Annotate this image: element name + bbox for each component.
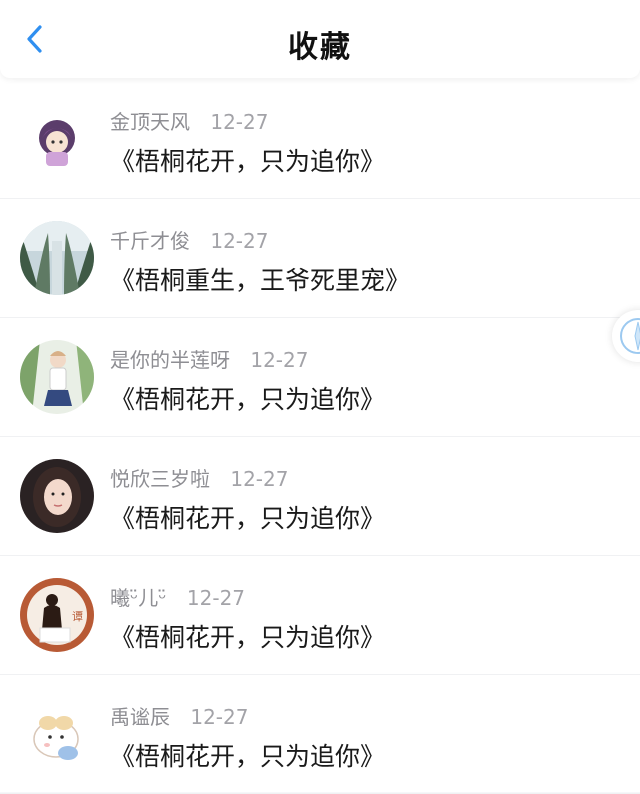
avatar[interactable] — [20, 697, 94, 771]
user-name[interactable]: 千斤才俊 — [110, 229, 190, 253]
item-meta: 禹谧辰 12-27 — [110, 701, 248, 730]
item-date: 12-27 — [210, 229, 269, 253]
favorites-page: 收藏 金顶天风 12-27 《梧桐花开，只为追你》 千斤才俊 12-27 《梧桐… — [0, 0, 640, 794]
avatar-image — [20, 340, 94, 414]
list-item[interactable]: 千斤才俊 12-27 《梧桐重生，王爷死里宠》 — [0, 199, 640, 318]
item-date: 12-27 — [186, 586, 246, 610]
list-item[interactable]: 悦欣三岁啦 12-27 《梧桐花开，只为追你》 — [0, 437, 640, 556]
book-title[interactable]: 《梧桐花开，只为追你》 — [110, 499, 385, 535]
item-meta: 是你的半莲呀 12-27 — [110, 344, 308, 373]
avatar-image — [20, 697, 94, 771]
item-meta: 金顶天风 12-27 — [110, 106, 268, 135]
item-meta: 曦ᵕ̈儿ᵕ̈ 12-27 — [110, 582, 245, 611]
user-name[interactable]: 悦欣三岁啦 — [110, 467, 210, 491]
item-date: 12-27 — [210, 110, 269, 134]
avatar-badge-text: 谭 — [72, 610, 83, 623]
avatar[interactable] — [20, 459, 94, 533]
book-title[interactable]: 《梧桐重生，王爷死里宠》 — [110, 261, 410, 297]
avatar-image — [20, 221, 94, 295]
page-title: 收藏 — [288, 30, 352, 65]
favorites-list: 金顶天风 12-27 《梧桐花开，只为追你》 千斤才俊 12-27 《梧桐重生，… — [0, 80, 640, 794]
compass-icon — [620, 318, 640, 354]
user-name[interactable]: 是你的半莲呀 — [110, 348, 230, 372]
book-title[interactable]: 《梧桐花开，只为追你》 — [110, 142, 385, 178]
user-name[interactable]: 禹谧辰 — [110, 705, 170, 729]
book-title[interactable]: 《梧桐花开，只为追你》 — [110, 737, 385, 773]
avatar[interactable] — [20, 221, 94, 295]
avatar-image — [20, 102, 94, 176]
avatar-image — [20, 459, 94, 533]
item-date: 12-27 — [250, 348, 309, 372]
user-name[interactable]: 曦ᵕ̈儿ᵕ̈ — [110, 586, 167, 610]
avatar-image: 谭 — [20, 578, 94, 652]
avatar[interactable]: 谭 — [20, 578, 94, 652]
avatar[interactable] — [20, 102, 94, 176]
book-title[interactable]: 《梧桐花开，只为追你》 — [110, 380, 385, 416]
header: 收藏 — [0, 0, 640, 78]
list-item[interactable]: 金顶天风 12-27 《梧桐花开，只为追你》 — [0, 80, 640, 199]
user-name[interactable]: 金顶天风 — [110, 110, 190, 134]
floating-assistant-button[interactable] — [612, 310, 640, 362]
avatar[interactable] — [20, 340, 94, 414]
item-date: 12-27 — [230, 467, 289, 491]
item-meta: 千斤才俊 12-27 — [110, 225, 268, 254]
list-item[interactable]: 是你的半莲呀 12-27 《梧桐花开，只为追你》 — [0, 318, 640, 437]
item-meta: 悦欣三岁啦 12-27 — [110, 463, 288, 492]
book-title[interactable]: 《梧桐花开，只为追你》 — [110, 618, 385, 654]
list-item[interactable]: 谭 曦ᵕ̈儿ᵕ̈ 12-27 《梧桐花开，只为追你》 — [0, 556, 640, 675]
list-item[interactable]: 禹谧辰 12-27 《梧桐花开，只为追你》 — [0, 675, 640, 794]
item-date: 12-27 — [190, 705, 249, 729]
